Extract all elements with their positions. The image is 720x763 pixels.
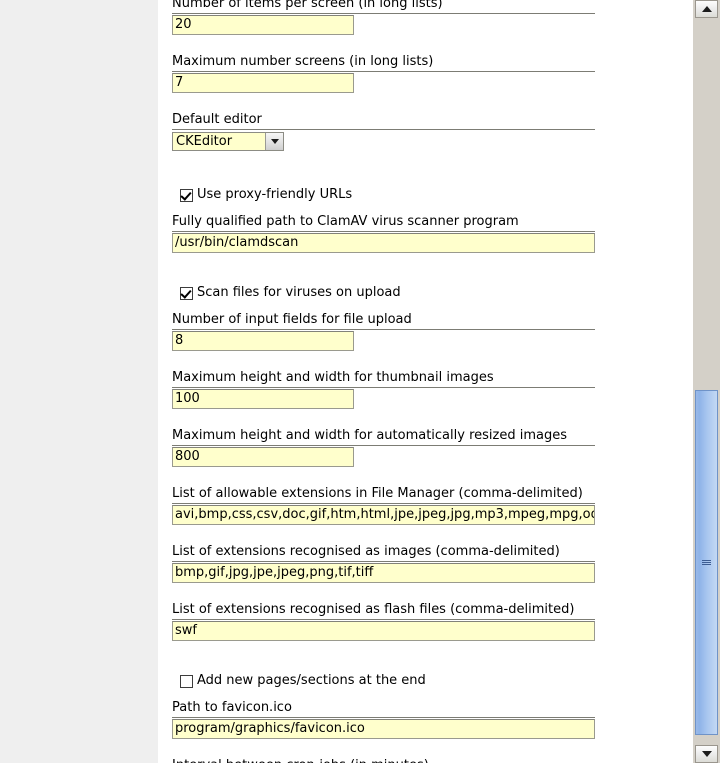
field-max-number-screens: Maximum number screens (in long lists) 7 [172, 53, 682, 93]
checkbox-add-pages-at-end[interactable] [180, 674, 193, 688]
label-image-extensions: List of extensions recognised as images … [172, 543, 595, 562]
input-allowable-extensions[interactable]: avi,bmp,css,csv,doc,gif,htm,html,jpe,jpe… [172, 505, 595, 525]
input-clamav-path[interactable]: /usr/bin/clamdscan [172, 233, 595, 253]
field-flash-extensions: List of extensions recognised as flash f… [172, 601, 682, 641]
scrollbar-thumb[interactable] [695, 390, 718, 735]
field-thumbnail-max-size: Maximum height and width for thumbnail i… [172, 369, 682, 409]
checkbox-scan-files-viruses[interactable] [180, 286, 193, 300]
label-max-number-screens: Maximum number screens (in long lists) [172, 53, 595, 72]
input-items-per-screen[interactable]: 20 [172, 15, 354, 35]
field-image-extensions: List of extensions recognised as images … [172, 543, 682, 583]
label-scan-files-viruses: Scan files for viruses on upload [197, 285, 401, 300]
label-allowable-extensions: List of allowable extensions in File Man… [172, 485, 595, 504]
input-image-extensions[interactable]: bmp,gif,jpg,jpe,jpeg,png,tif,tiff [172, 563, 595, 583]
input-thumbnail-max-size[interactable]: 100 [172, 389, 354, 409]
label-default-editor: Default editor [172, 111, 595, 130]
field-favicon-path: Path to favicon.ico program/graphics/fav… [172, 699, 682, 739]
label-input-fields-file-upload: Number of input fields for file upload [172, 311, 595, 330]
vertical-scrollbar[interactable] [692, 0, 720, 763]
label-resized-images-max-size: Maximum height and width for automatical… [172, 427, 595, 446]
scroll-down-button[interactable] [695, 745, 718, 763]
app-window: Number of items per screen (in long list… [0, 0, 720, 763]
label-add-pages-at-end: Add new pages/sections at the end [197, 673, 426, 688]
input-flash-extensions[interactable]: swf [172, 621, 595, 641]
label-flash-extensions: List of extensions recognised as flash f… [172, 601, 595, 620]
label-thumbnail-max-size: Maximum height and width for thumbnail i… [172, 369, 595, 388]
label-cron-interval: Interval between cron-jobs (in minutes) [172, 757, 595, 763]
settings-form-panel: Number of items per screen (in long list… [158, 0, 693, 763]
field-default-editor: Default editor CKEditor [172, 111, 682, 155]
chevron-down-icon [701, 751, 712, 757]
left-gutter-panel [0, 0, 159, 763]
input-favicon-path[interactable]: program/graphics/favicon.ico [172, 719, 595, 739]
input-max-number-screens[interactable]: 7 [172, 73, 354, 93]
label-items-per-screen: Number of items per screen (in long list… [172, 0, 595, 14]
chevron-up-icon [701, 6, 712, 12]
field-proxy-friendly-urls[interactable]: Use proxy-friendly URLs [180, 187, 682, 203]
chevron-down-icon[interactable] [265, 133, 283, 150]
label-clamav-path: Fully qualified path to ClamAV virus sca… [172, 213, 595, 232]
label-favicon-path: Path to favicon.ico [172, 699, 595, 718]
field-resized-images-max-size: Maximum height and width for automatical… [172, 427, 682, 467]
field-input-fields-file-upload: Number of input fields for file upload 8 [172, 311, 682, 351]
label-proxy-friendly-urls: Use proxy-friendly URLs [197, 187, 353, 202]
input-input-fields-file-upload[interactable]: 8 [172, 331, 354, 351]
field-scan-files-viruses[interactable]: Scan files for viruses on upload [180, 285, 682, 301]
field-allowable-extensions: List of allowable extensions in File Man… [172, 485, 682, 525]
input-resized-images-max-size[interactable]: 800 [172, 447, 354, 467]
field-add-pages-at-end[interactable]: Add new pages/sections at the end [180, 673, 682, 689]
select-default-editor[interactable]: CKEditor [172, 132, 284, 151]
checkbox-proxy-friendly-urls[interactable] [180, 188, 193, 202]
field-clamav-path: Fully qualified path to ClamAV virus sca… [172, 213, 682, 253]
scrollbar-grip-icon [702, 560, 711, 565]
field-cron-interval: Interval between cron-jobs (in minutes) … [172, 757, 682, 763]
scroll-up-button[interactable] [695, 0, 718, 18]
field-items-per-screen: Number of items per screen (in long list… [172, 0, 682, 35]
